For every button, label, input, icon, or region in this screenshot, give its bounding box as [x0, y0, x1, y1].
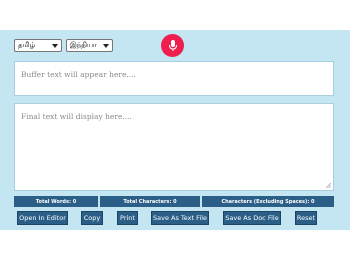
mic-button[interactable] [161, 34, 184, 57]
region-select[interactable]: இந்தியா [66, 39, 113, 52]
total-characters-count: Total Characters: 0 [100, 196, 200, 207]
buffer-text-box[interactable]: Buffer text will appear here.... [14, 61, 334, 96]
region-select-value: இந்தியா [70, 41, 97, 49]
copy-button[interactable]: Copy [81, 211, 103, 225]
chevron-down-icon [52, 43, 58, 48]
microphone-icon [168, 39, 177, 51]
save-as-doc-file-button[interactable]: Save As Doc File [223, 211, 281, 225]
open-in-editor-button[interactable]: Open In Editor [17, 211, 68, 225]
resize-handle-icon[interactable] [326, 183, 331, 188]
print-button[interactable]: Print [117, 211, 138, 225]
counts-bar: Total Words: 0 Total Characters: 0 Chara… [14, 196, 334, 207]
final-placeholder: Final text will display here.... [21, 112, 132, 121]
chevron-down-icon [103, 43, 109, 48]
reset-button[interactable]: Reset [295, 211, 317, 225]
save-as-text-file-button[interactable]: Save As Text File [151, 211, 209, 225]
language-select[interactable]: தமிழ் [14, 39, 62, 52]
characters-excluding-spaces-count: Characters (Excluding Spaces): 0 [202, 196, 334, 207]
language-select-value: தமிழ் [18, 41, 36, 49]
total-words-count: Total Words: 0 [14, 196, 98, 207]
final-text-area[interactable]: Final text will display here.... [14, 103, 334, 191]
buffer-placeholder: Buffer text will appear here.... [21, 70, 136, 79]
